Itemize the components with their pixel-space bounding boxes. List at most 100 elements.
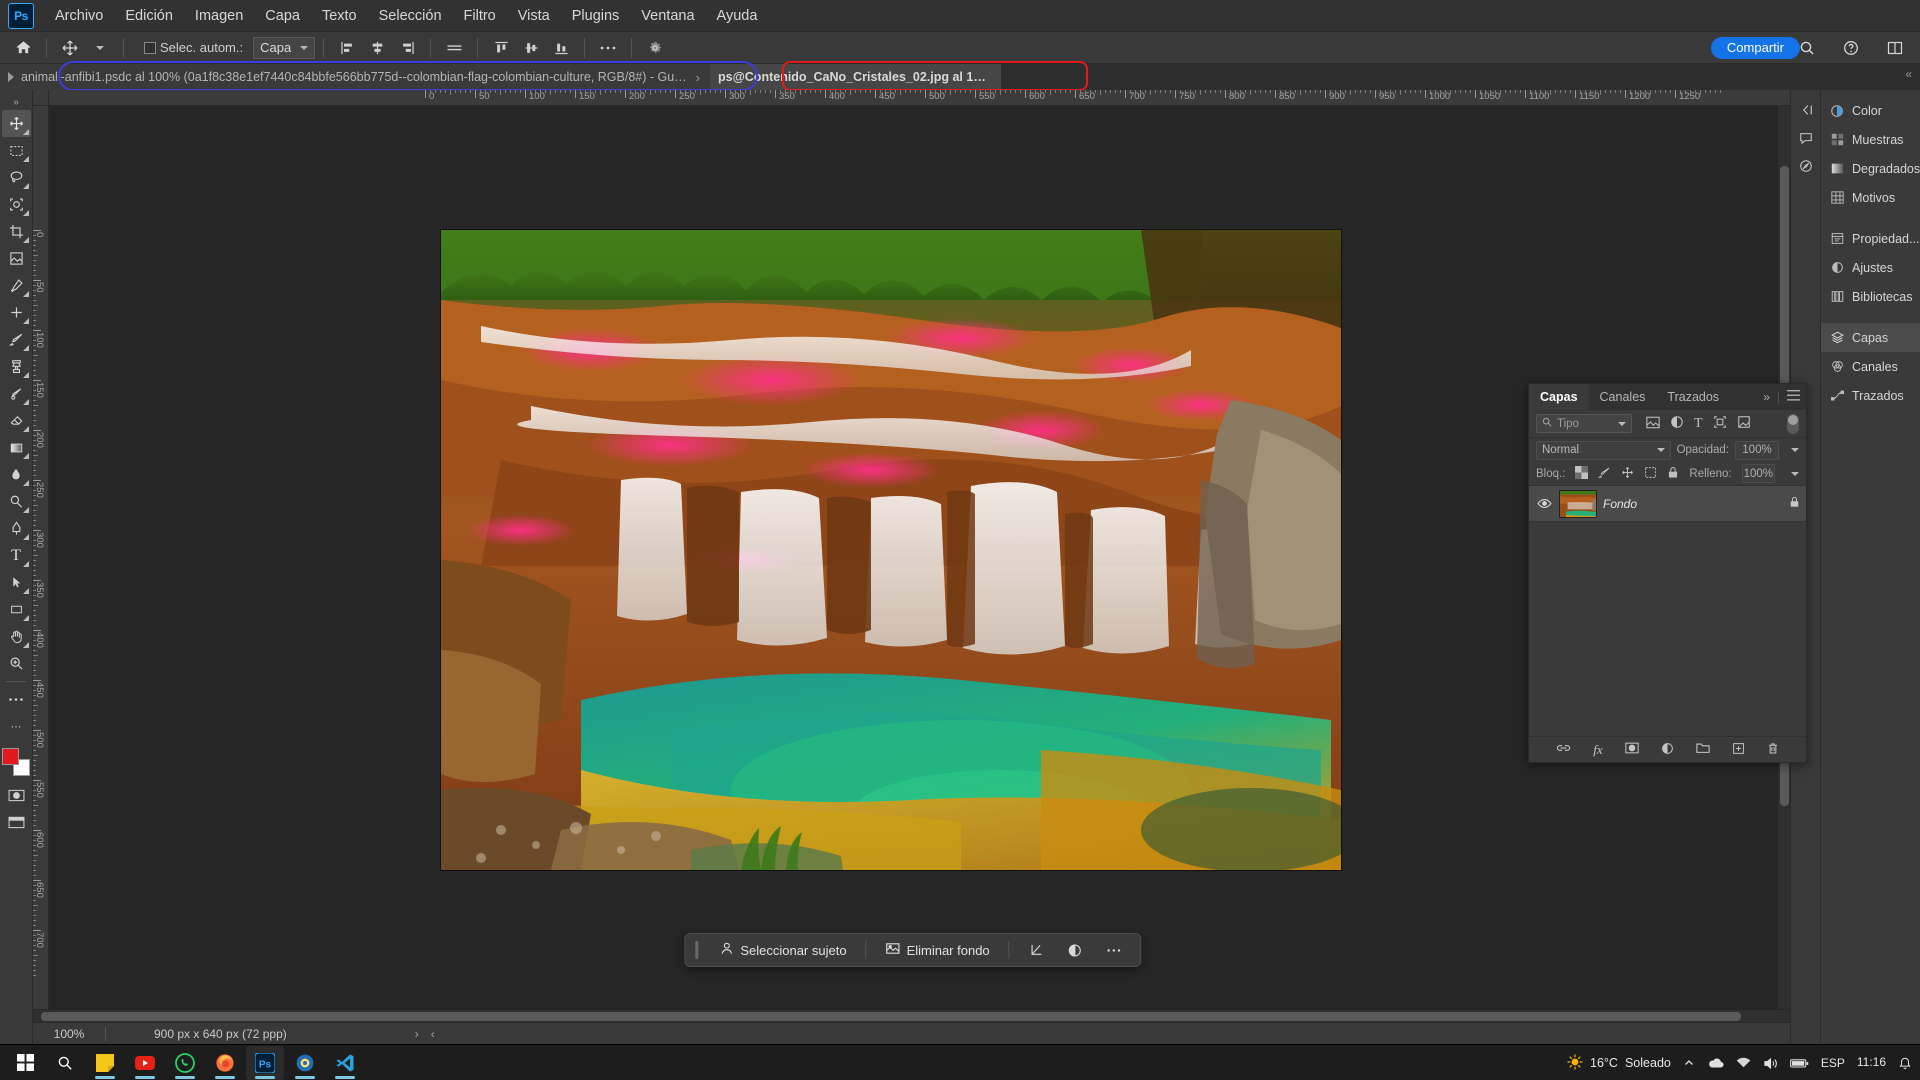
dock-item-propiedades[interactable]: Propiedad... bbox=[1821, 224, 1920, 253]
taskbar-app-photoshop[interactable]: Ps bbox=[246, 1045, 284, 1080]
document-tab-cano-cristales[interactable]: ps@Contenido_CaNo_Cristales_02.jpg al 10… bbox=[710, 64, 1001, 90]
more-options-ellipsis-icon[interactable] bbox=[593, 35, 623, 61]
tool-lasso[interactable] bbox=[2, 164, 31, 191]
menu-vista[interactable]: Vista bbox=[507, 0, 561, 32]
edit-toolbar-icon[interactable]: ⋯ bbox=[2, 713, 31, 740]
tool-eyedropper[interactable] bbox=[2, 272, 31, 299]
align-bottom-edges-icon[interactable] bbox=[546, 35, 576, 61]
dock-item-degradados[interactable]: Degradados bbox=[1821, 154, 1920, 183]
tool-history-brush[interactable] bbox=[2, 380, 31, 407]
help-icon[interactable] bbox=[1836, 35, 1866, 61]
layer-visibility-eye-icon[interactable] bbox=[1535, 498, 1553, 509]
lock-artboard-icon[interactable] bbox=[1644, 466, 1657, 482]
document-canvas[interactable]: Seleccionar sujeto Eliminar fondo bbox=[49, 106, 1777, 1009]
arrange-documents-icon[interactable] bbox=[1880, 35, 1910, 61]
menu-ayuda[interactable]: Ayuda bbox=[706, 0, 769, 32]
more-tools-icon[interactable] bbox=[2, 686, 31, 713]
taskbar-app-settings[interactable] bbox=[286, 1046, 324, 1080]
taskbar-app-vscode[interactable] bbox=[326, 1046, 364, 1080]
menu-ventana[interactable]: Ventana bbox=[630, 0, 705, 32]
tab-canales[interactable]: Canales bbox=[1589, 384, 1657, 410]
tool-hand[interactable] bbox=[2, 623, 31, 650]
layer-lock-icon[interactable] bbox=[1789, 496, 1800, 511]
document-tab-animali-anfibi1[interactable]: animali-anfibi1.psdc al 100% (0a1f8c38e1… bbox=[0, 64, 710, 90]
drag-handle[interactable] bbox=[695, 941, 699, 959]
fill-value[interactable]: 100% bbox=[1741, 464, 1775, 483]
tool-spot-healing-brush[interactable] bbox=[2, 299, 31, 326]
layers-list[interactable]: Fondo bbox=[1529, 486, 1806, 736]
taskbar-app-sticky-notes[interactable] bbox=[86, 1046, 124, 1080]
gear-icon[interactable] bbox=[640, 35, 670, 61]
menu-archivo[interactable]: Archivo bbox=[44, 0, 114, 32]
toolbar-collapse-icon[interactable]: » bbox=[2, 94, 31, 110]
align-top-edges-icon[interactable] bbox=[486, 35, 516, 61]
canvas-horizontal-scrollbar[interactable] bbox=[33, 1009, 1790, 1022]
horizontal-ruler[interactable]: 0 50 100 150 200 250 300 350 400 450 500 550 600 650 7… bbox=[49, 90, 1790, 106]
layers-panel[interactable]: Capas Canales Trazados » | Tipo T Normal… bbox=[1528, 383, 1807, 763]
adjustment-icon[interactable] bbox=[1059, 939, 1092, 962]
tool-brush[interactable] bbox=[2, 326, 31, 353]
comments-icon[interactable] bbox=[1794, 126, 1818, 150]
tool-path-selection[interactable] bbox=[2, 569, 31, 596]
dock-item-capas[interactable]: Capas bbox=[1821, 323, 1920, 352]
tool-dodge[interactable] bbox=[2, 488, 31, 515]
home-icon[interactable] bbox=[8, 35, 38, 61]
auto-select-scope-dropdown[interactable]: Capa bbox=[253, 36, 316, 59]
battery-icon[interactable] bbox=[1789, 1058, 1809, 1069]
close-tab-icon[interactable]: › bbox=[696, 70, 700, 85]
dock-item-bibliotecas[interactable]: Bibliotecas bbox=[1821, 282, 1920, 311]
quick-mask-icon[interactable] bbox=[2, 782, 31, 809]
tool-gradient[interactable] bbox=[2, 434, 31, 461]
zoom-level[interactable]: 100% bbox=[33, 1027, 105, 1041]
remove-background-button[interactable]: Eliminar fondo bbox=[877, 937, 999, 963]
taskbar-clock[interactable]: 11:16 bbox=[1857, 1055, 1886, 1070]
blend-mode-dropdown[interactable]: Normal bbox=[1536, 440, 1671, 460]
tool-crop[interactable] bbox=[2, 218, 31, 245]
panel-menu-icon[interactable] bbox=[1787, 390, 1800, 404]
layers-filter-type-dropdown[interactable]: Tipo bbox=[1536, 414, 1632, 433]
tool-type[interactable]: T bbox=[2, 542, 31, 569]
tool-zoom[interactable] bbox=[2, 650, 31, 677]
notifications-icon[interactable] bbox=[1898, 1056, 1912, 1070]
lock-position-icon[interactable] bbox=[1621, 466, 1634, 482]
tool-move[interactable] bbox=[1, 110, 31, 137]
discover-icon[interactable] bbox=[1794, 154, 1818, 178]
tool-frame[interactable] bbox=[2, 245, 31, 272]
weather-widget[interactable]: 16°C Soleado bbox=[1567, 1053, 1671, 1073]
layer-mask-icon[interactable] bbox=[1625, 742, 1639, 757]
filter-shape-icon[interactable] bbox=[1713, 415, 1727, 432]
tool-object-selection[interactable] bbox=[2, 191, 31, 218]
adjustment-layer-icon[interactable] bbox=[1661, 742, 1674, 758]
collapse-panels-icon[interactable] bbox=[1794, 98, 1818, 122]
auto-select-checkbox[interactable] bbox=[144, 41, 156, 54]
align-right-edges-icon[interactable] bbox=[392, 35, 422, 61]
foreground-color-swatch[interactable] bbox=[2, 748, 19, 765]
tool-clone-stamp[interactable] bbox=[2, 353, 31, 380]
volume-icon[interactable] bbox=[1763, 1057, 1778, 1070]
fill-chevron-icon[interactable] bbox=[1791, 471, 1799, 476]
windows-start-icon[interactable] bbox=[6, 1046, 44, 1080]
search-icon[interactable] bbox=[1792, 35, 1822, 61]
onedrive-icon[interactable] bbox=[1707, 1057, 1724, 1069]
menu-edicion[interactable]: Edición bbox=[114, 0, 184, 32]
color-swatches[interactable] bbox=[2, 748, 30, 776]
lock-transparency-icon[interactable] bbox=[1575, 465, 1589, 482]
contextual-task-bar[interactable]: Seleccionar sujeto Eliminar fondo bbox=[684, 933, 1142, 967]
transform-icon[interactable] bbox=[1020, 939, 1053, 962]
tool-rectangular-marquee[interactable] bbox=[2, 137, 31, 164]
menu-texto[interactable]: Texto bbox=[311, 0, 368, 32]
align-horizontal-centers-icon[interactable] bbox=[362, 35, 392, 61]
dock-item-muestras[interactable]: Muestras bbox=[1821, 125, 1920, 154]
tab-trazados[interactable]: Trazados bbox=[1656, 384, 1730, 410]
delete-layer-icon[interactable] bbox=[1767, 742, 1779, 758]
status-prev-icon[interactable]: ‹ bbox=[425, 1027, 441, 1041]
select-subject-button[interactable]: Seleccionar sujeto bbox=[710, 937, 855, 963]
chevrons-right-icon[interactable]: » bbox=[1763, 390, 1770, 404]
dock-item-trazados[interactable]: Trazados bbox=[1821, 381, 1920, 410]
taskbar-search-icon[interactable] bbox=[46, 1046, 84, 1080]
lock-all-icon[interactable] bbox=[1667, 466, 1679, 482]
tool-preset-chevron-icon[interactable] bbox=[85, 35, 115, 61]
new-group-icon[interactable] bbox=[1696, 742, 1710, 757]
tool-rectangle[interactable] bbox=[2, 596, 31, 623]
language-indicator[interactable]: ESP bbox=[1821, 1056, 1845, 1070]
